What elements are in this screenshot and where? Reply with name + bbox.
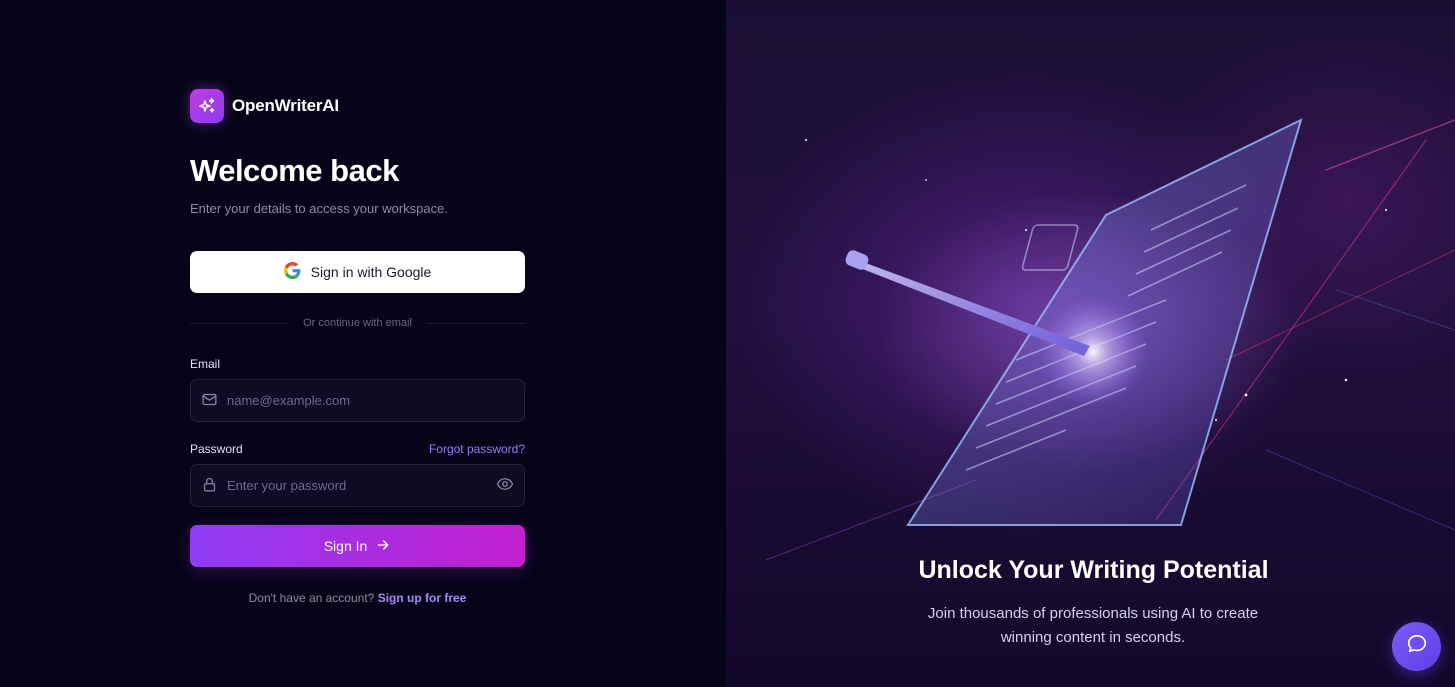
mail-icon <box>201 391 218 411</box>
divider-line-right <box>425 322 526 324</box>
email-label: Email <box>190 357 221 371</box>
password-field[interactable]: Enter your password <box>190 464 525 507</box>
brand: OpenWriterAI <box>190 88 525 123</box>
email-field[interactable]: name@example.com <box>190 379 525 422</box>
google-icon <box>283 262 301 282</box>
forgot-password-link[interactable]: Forgot password? <box>429 442 525 456</box>
google-signin-button[interactable]: Sign in with Google <box>190 251 525 293</box>
password-placeholder: Enter your password <box>227 478 347 493</box>
hero-panel: Unlock Your Writing Potential Join thous… <box>726 0 1455 687</box>
signup-row: Don't have an account? Sign up for free <box>190 591 525 605</box>
sparkles-icon <box>190 88 224 123</box>
no-account-text: Don't have an account? <box>248 591 375 605</box>
pen-glow <box>1038 297 1148 407</box>
divider-line-left <box>190 322 290 324</box>
signin-button[interactable]: Sign In <box>190 525 525 567</box>
page-title: Welcome back <box>190 153 399 188</box>
divider: Or continue with email <box>190 317 526 329</box>
chat-support-button[interactable] <box>1392 622 1441 671</box>
hero-title: Unlock Your Writing Potential <box>918 556 1269 584</box>
login-form: OpenWriterAI Welcome back Enter your det… <box>190 88 526 605</box>
hero-subtitle: Join thousands of professionals using AI… <box>927 605 1259 646</box>
signin-button-label: Sign In <box>323 538 368 554</box>
google-button-label: Sign in with Google <box>310 264 432 280</box>
chat-bubble-icon <box>1406 633 1428 660</box>
brand-name: OpenWriterAI <box>232 95 339 115</box>
eye-icon[interactable] <box>496 475 514 496</box>
login-panel: OpenWriterAI Welcome back Enter your det… <box>0 0 726 687</box>
password-label-row: Password Forgot password? <box>190 442 525 456</box>
lock-icon <box>201 476 218 496</box>
arrow-right-icon <box>375 537 391 556</box>
divider-text: Or continue with email <box>303 317 412 329</box>
signup-link[interactable]: Sign up for free <box>378 591 467 605</box>
password-label: Password <box>190 442 243 456</box>
email-placeholder: name@example.com <box>227 393 351 408</box>
page-subtitle: Enter your details to access your worksp… <box>190 201 448 216</box>
